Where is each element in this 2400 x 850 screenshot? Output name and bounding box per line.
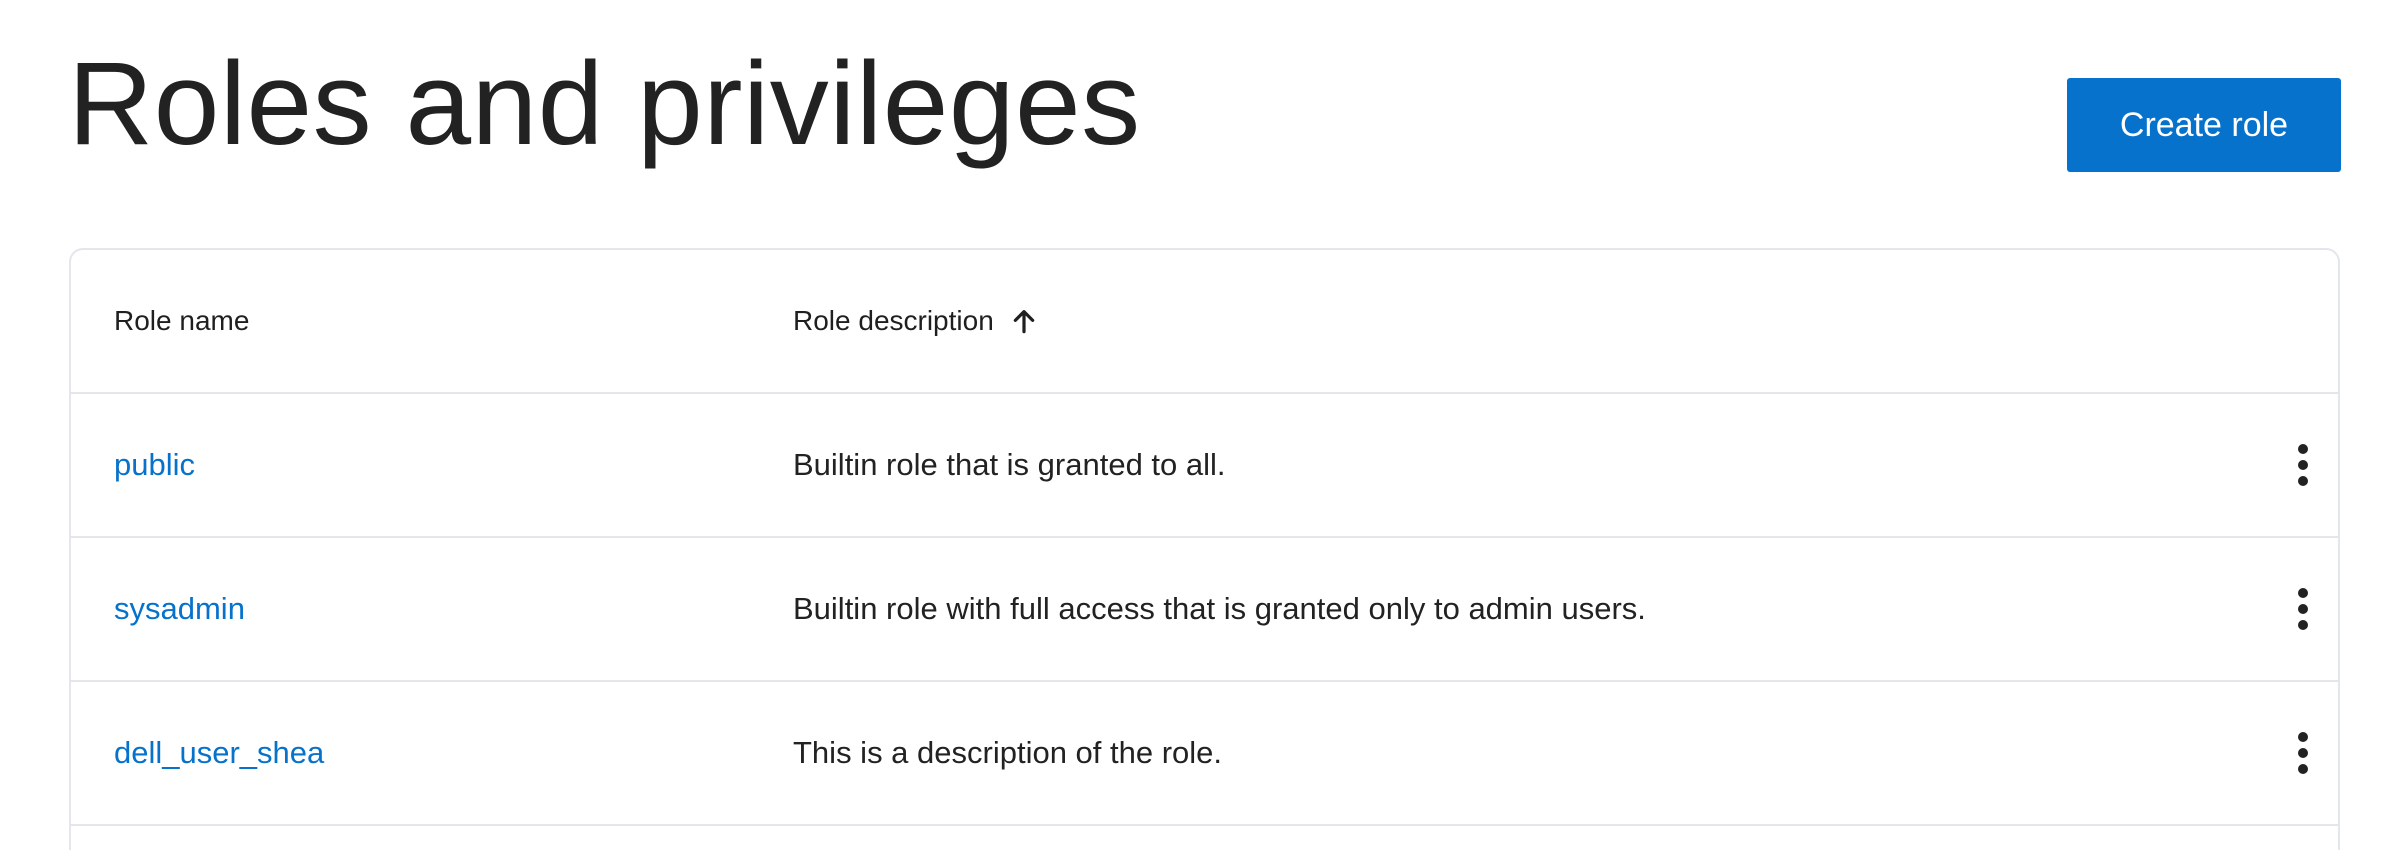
column-header-role-name[interactable]: Role name: [114, 250, 249, 392]
role-name-link[interactable]: public: [114, 447, 195, 483]
role-description: Builtin role with full access that is gr…: [793, 591, 1646, 626]
role-description: This is a description of the role.: [793, 735, 1223, 770]
kebab-dots: [2298, 732, 2308, 774]
more-vertical-icon[interactable]: [2281, 435, 2325, 495]
role-name-link[interactable]: sysadmin: [114, 591, 245, 627]
table-row: sysadmin Builtin role with full access t…: [71, 538, 2338, 682]
kebab-dots: [2298, 588, 2308, 630]
arrow-up-icon[interactable]: [1008, 305, 1040, 337]
column-header-role-description[interactable]: Role description: [793, 250, 1040, 392]
more-vertical-icon[interactable]: [2281, 723, 2325, 783]
more-vertical-icon[interactable]: [2281, 579, 2325, 639]
table-header-row: Role name Role description: [71, 250, 2338, 394]
role-name-link[interactable]: dell_user_shea: [114, 735, 324, 771]
roles-page: Roles and privileges Create role Role na…: [0, 0, 2400, 850]
table-row: dell_user_shea This is a description of …: [71, 682, 2338, 826]
table-row: public Builtin role that is granted to a…: [71, 394, 2338, 538]
create-role-button[interactable]: Create role: [2067, 78, 2341, 172]
column-header-role-description-label: Role description: [793, 305, 994, 336]
roles-table: Role name Role description public Builti…: [69, 248, 2340, 850]
role-description: Builtin role that is granted to all.: [793, 447, 1226, 482]
page-title: Roles and privileges: [68, 38, 1141, 170]
sort-ascending-arrow: [1013, 310, 1035, 334]
kebab-dots: [2298, 444, 2308, 486]
